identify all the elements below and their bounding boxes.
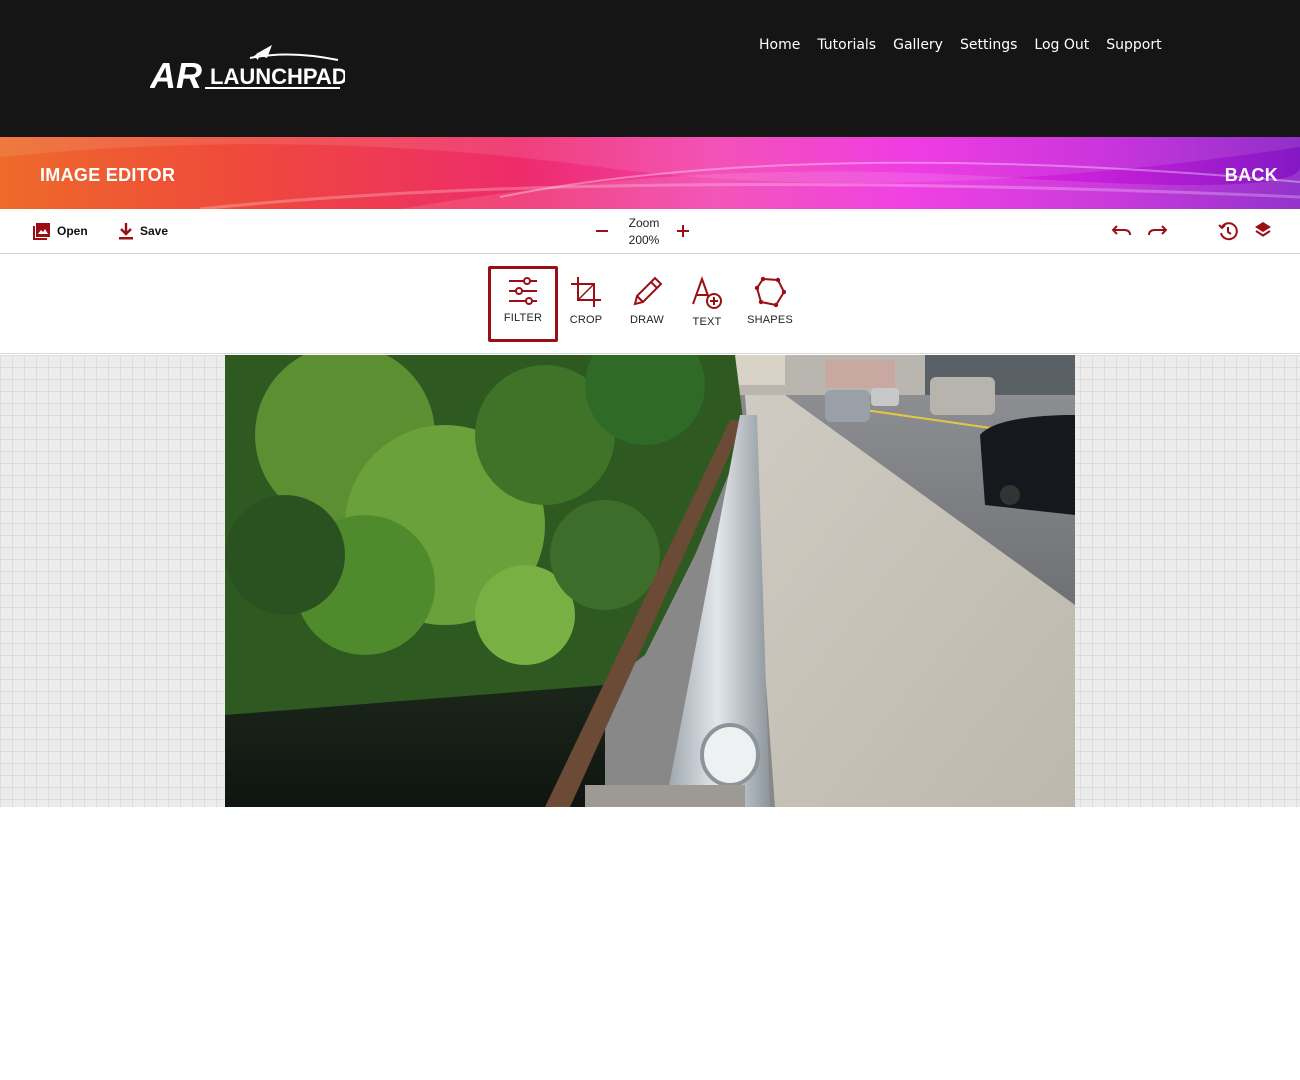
logo-graphic: AR LAUNCHPAD bbox=[149, 45, 348, 96]
nav-log-out[interactable]: Log Out bbox=[1034, 36, 1089, 54]
nav-settings[interactable]: Settings bbox=[960, 36, 1017, 54]
nav-gallery[interactable]: Gallery bbox=[893, 36, 943, 54]
editor-canvas[interactable] bbox=[0, 355, 1300, 807]
tools-panel: FILTER CROP DRAW TEXT SHAPES bbox=[0, 254, 1300, 354]
open-button[interactable]: Open bbox=[33, 222, 88, 240]
back-button[interactable]: BACK bbox=[1225, 165, 1278, 186]
polygon-icon bbox=[754, 276, 786, 308]
undo-icon[interactable] bbox=[1112, 221, 1132, 239]
pencil-icon bbox=[633, 276, 663, 306]
page-banner: IMAGE EDITOR BACK bbox=[0, 137, 1300, 209]
nav-home[interactable]: Home bbox=[759, 36, 800, 54]
download-icon bbox=[119, 223, 133, 240]
history-icon[interactable] bbox=[1218, 221, 1238, 241]
editor-toolbar: Open Save Zoom 200% bbox=[0, 209, 1300, 254]
zoom-out-icon[interactable] bbox=[595, 224, 609, 238]
zoom-readout: Zoom 200% bbox=[620, 215, 668, 249]
photo-scene bbox=[225, 355, 1075, 807]
banner-waves bbox=[0, 137, 1300, 209]
image-open-icon bbox=[33, 223, 50, 240]
logo-launchpad-text: LAUNCHPAD bbox=[210, 64, 345, 89]
zoom-label: Zoom bbox=[628, 216, 660, 230]
tool-shapes[interactable]: SHAPES bbox=[735, 266, 805, 342]
edited-photo[interactable] bbox=[225, 355, 1075, 807]
crop-icon bbox=[571, 277, 601, 307]
page-title: IMAGE EDITOR bbox=[40, 165, 176, 185]
redo-icon[interactable] bbox=[1147, 221, 1167, 239]
text-add-icon bbox=[692, 276, 722, 309]
zoom-control: Zoom 200% bbox=[590, 214, 700, 250]
tool-filter[interactable]: FILTER bbox=[488, 266, 558, 342]
top-header: AR LAUNCHPAD Home Tutorials Gallery Sett… bbox=[0, 0, 1300, 137]
tool-shapes-label: SHAPES bbox=[747, 314, 793, 326]
tool-crop[interactable]: CROP bbox=[551, 266, 621, 342]
zoom-in-icon[interactable] bbox=[676, 224, 690, 238]
nav-support[interactable]: Support bbox=[1106, 36, 1161, 54]
tool-text-label: TEXT bbox=[692, 316, 722, 328]
logo-ar-text: AR bbox=[150, 55, 202, 94]
nav-tutorials[interactable]: Tutorials bbox=[817, 36, 876, 54]
tool-text[interactable]: TEXT bbox=[672, 266, 742, 342]
save-label: Save bbox=[140, 224, 169, 238]
ar-launchpad-logo[interactable]: AR LAUNCHPAD bbox=[149, 44, 348, 96]
open-label: Open bbox=[57, 224, 88, 238]
layers-icon[interactable] bbox=[1254, 221, 1272, 239]
main-nav: Home Tutorials Gallery Settings Log Out … bbox=[759, 36, 1179, 54]
save-button[interactable]: Save bbox=[118, 222, 168, 240]
sliders-icon bbox=[509, 277, 537, 305]
tool-filter-label: FILTER bbox=[503, 312, 543, 324]
tool-crop-label: CROP bbox=[569, 314, 603, 326]
zoom-value: 200% bbox=[628, 233, 660, 247]
